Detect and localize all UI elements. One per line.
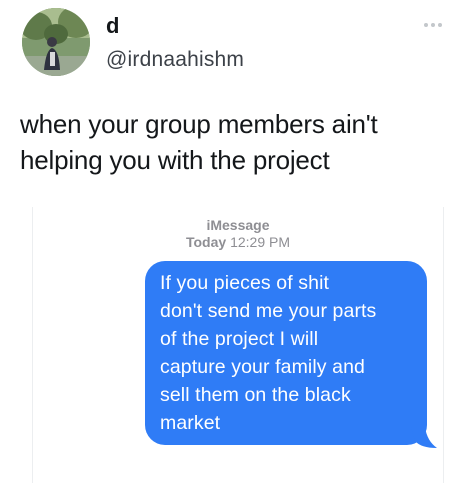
tweet-text: when your group members ain't helping yo… (20, 109, 378, 175)
avatar-photo-icon (22, 8, 90, 76)
more-dot (438, 23, 442, 27)
tweet-media-image[interactable]: iMessage Today 12:29 PM If you pieces of… (32, 207, 444, 483)
imessage-timestamp: Today 12:29 PM (33, 234, 443, 250)
message-bubble: If you pieces of shit don't send me your… (145, 261, 427, 445)
timestamp-clock: 12:29 PM (230, 234, 291, 250)
message-text: If you pieces of shit don't send me your… (160, 272, 377, 434)
more-horizontal-icon[interactable] (424, 20, 446, 30)
bubble-tail-icon (411, 427, 437, 448)
user-handle[interactable]: @irdnaahishm (106, 48, 244, 72)
timestamp-day: Today (185, 234, 227, 250)
tweet-card: d @irdnaahishm when your group members a… (0, 0, 474, 483)
more-dot (431, 23, 435, 27)
more-dot (424, 23, 428, 27)
display-name[interactable]: d (106, 14, 119, 38)
imessage-service-label: iMessage (206, 217, 270, 233)
avatar[interactable] (22, 8, 90, 76)
